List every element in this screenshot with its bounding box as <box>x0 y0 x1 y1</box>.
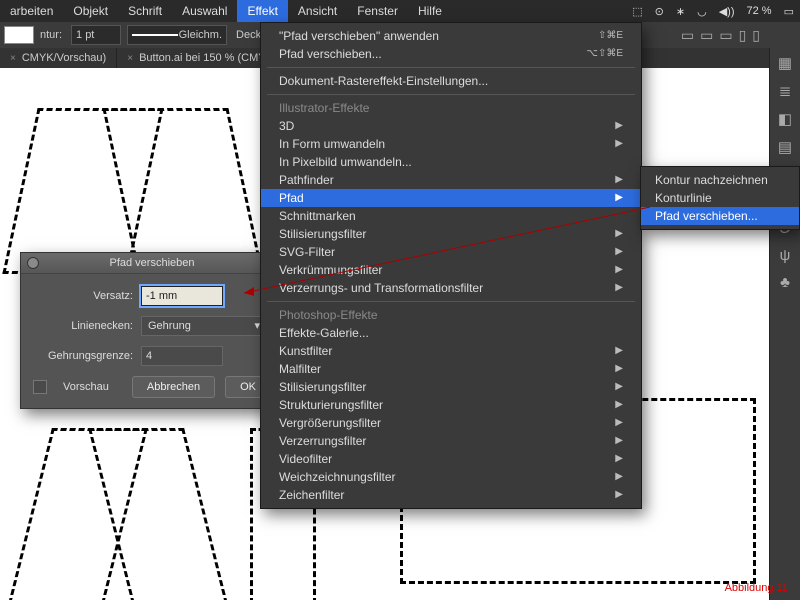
menu-item[interactable]: Pfad▶ <box>261 189 641 207</box>
symbols-icon[interactable]: ♣ <box>780 274 790 291</box>
right-panel: ▦ ≣ ◧ ▤ ¶ A O ψ ♣ <box>769 48 800 600</box>
submenu-arrow-icon: ▶ <box>615 486 623 504</box>
effekt-dropdown: "Pfad verschieben" anwenden⇧⌘E Pfad vers… <box>260 22 642 509</box>
align-icon[interactable]: ▯ <box>752 27 760 44</box>
menu-item[interactable]: Pathfinder▶ <box>261 171 641 189</box>
menu-item[interactable]: Strukturierungsfilter▶ <box>261 396 641 414</box>
submenu-arrow-icon: ▶ <box>615 468 623 486</box>
menu-hilfe[interactable]: Hilfe <box>408 0 452 22</box>
gehrungsgrenze-label: Gehrungsgrenze: <box>33 350 141 362</box>
menu-item[interactable]: Weichzeichnungsfilter▶ <box>261 468 641 486</box>
offset-path-dialog: Pfad verschieben Versatz: -1 mm Linienec… <box>20 252 284 409</box>
submenu-arrow-icon: ▶ <box>615 360 623 378</box>
submenu-item[interactable]: Kontur nachzeichnen <box>641 171 799 189</box>
battery-status: 72 % <box>741 5 778 17</box>
menu-item-apply-last[interactable]: "Pfad verschieben" anwenden⇧⌘E <box>261 27 641 45</box>
submenu-arrow-icon: ▶ <box>615 414 623 432</box>
menu-item[interactable]: Stilisierungsfilter▶ <box>261 378 641 396</box>
close-icon[interactable]: × <box>10 53 16 64</box>
link-icon[interactable]: ψ <box>780 247 791 264</box>
submenu-arrow-icon: ▶ <box>615 432 623 450</box>
submenu-arrow-icon: ▶ <box>615 135 623 153</box>
menu-fenster[interactable]: Fenster <box>347 0 408 22</box>
menu-ansicht[interactable]: Ansicht <box>288 0 347 22</box>
menu-bearbeiten[interactable]: arbeiten <box>0 0 63 22</box>
menu-item[interactable]: Kunstfilter▶ <box>261 342 641 360</box>
layers-icon[interactable]: ≣ <box>779 82 792 100</box>
toolbar-right: ▭ ▭ ▭ ▯ ▯ <box>681 24 760 46</box>
swatches-icon[interactable]: ▤ <box>778 138 792 156</box>
kontur-label: ntur: <box>34 29 68 41</box>
linienecken-label: Linienecken: <box>33 320 141 332</box>
menu-item-raster-settings[interactable]: Dokument-Rastereffekt-Einstellungen... <box>261 72 641 90</box>
menu-item[interactable]: Videofilter▶ <box>261 450 641 468</box>
submenu-item[interactable]: Pfad verschieben... <box>641 207 799 225</box>
submenu-arrow-icon: ▶ <box>615 171 623 189</box>
battery-icon: ▭ <box>778 5 800 18</box>
menu-item[interactable]: 3D▶ <box>261 117 641 135</box>
fill-swatch[interactable] <box>4 26 34 44</box>
submenu-arrow-icon: ▶ <box>615 261 623 279</box>
versatz-input[interactable]: -1 mm <box>141 286 223 306</box>
menu-item[interactable]: Verzerrungs- und Transformationsfilter▶ <box>261 279 641 297</box>
menu-item[interactable]: Verkrümmungsfilter▶ <box>261 261 641 279</box>
menu-header-photoshop: Photoshop-Effekte <box>261 306 641 324</box>
submenu-arrow-icon: ▶ <box>615 378 623 396</box>
menu-header-illustrator: Illustrator-Effekte <box>261 99 641 117</box>
wifi-icon: ◡ <box>691 5 713 18</box>
submenu-arrow-icon: ▶ <box>615 342 623 360</box>
menu-item[interactable]: Stilisierungsfilter▶ <box>261 225 641 243</box>
menu-objekt[interactable]: Objekt <box>63 0 118 22</box>
dialog-title: Pfad verschieben <box>110 257 195 269</box>
menubar: arbeiten Objekt Schrift Auswahl Effekt A… <box>0 0 800 22</box>
submenu-item[interactable]: Konturlinie <box>641 189 799 207</box>
linienecken-select[interactable]: Gehrung▾ <box>141 316 267 336</box>
menu-item[interactable]: In Form umwandeln▶ <box>261 135 641 153</box>
volume-icon: ◀)) <box>713 5 741 18</box>
menu-item[interactable]: Vergrößerungsfilter▶ <box>261 414 641 432</box>
align-icon[interactable]: ▯ <box>739 27 747 44</box>
vorschau-checkbox[interactable] <box>33 380 47 394</box>
grid-icon[interactable]: ▦ <box>778 54 792 72</box>
sync-icon: ⊙ <box>649 5 670 18</box>
submenu-arrow-icon: ▶ <box>615 117 623 135</box>
stroke-weight-field[interactable]: 1 pt <box>71 25 121 45</box>
submenu-arrow-icon: ▶ <box>615 189 623 207</box>
submenu-arrow-icon: ▶ <box>615 243 623 261</box>
pfad-submenu: Kontur nachzeichnenKonturliniePfad versc… <box>640 166 800 230</box>
stroke-style-field[interactable]: Gleichm. <box>127 25 227 45</box>
submenu-arrow-icon: ▶ <box>615 225 623 243</box>
vorschau-label: Vorschau <box>63 381 109 393</box>
menu-item[interactable]: In Pixelbild umwandeln... <box>261 153 641 171</box>
figure-caption: Abbildung 11 <box>725 582 788 594</box>
dialog-titlebar[interactable]: Pfad verschieben <box>21 253 283 274</box>
cancel-button[interactable]: Abbrechen <box>132 376 215 398</box>
submenu-arrow-icon: ▶ <box>615 279 623 297</box>
submenu-arrow-icon: ▶ <box>615 450 623 468</box>
menu-item[interactable]: Zeichenfilter▶ <box>261 486 641 504</box>
bluetooth-icon: ∗ <box>670 5 691 18</box>
gehrungsgrenze-input[interactable]: 4 <box>141 346 223 366</box>
submenu-arrow-icon: ▶ <box>615 396 623 414</box>
versatz-label: Versatz: <box>33 290 141 302</box>
menu-item[interactable]: SVG-Filter▶ <box>261 243 641 261</box>
menu-item[interactable]: Malfilter▶ <box>261 360 641 378</box>
dropbox-icon: ⬚ <box>626 5 648 18</box>
close-icon[interactable]: × <box>127 53 133 64</box>
menu-item-reapply[interactable]: Pfad verschieben...⌥⇧⌘E <box>261 45 641 63</box>
menu-item[interactable]: Schnittmarken <box>261 207 641 225</box>
document-tab[interactable]: ×CMYK/Vorschau) <box>0 48 117 68</box>
align-icon[interactable]: ▭ <box>681 27 694 44</box>
align-icon[interactable]: ▭ <box>700 27 713 44</box>
color-icon[interactable]: ◧ <box>778 110 792 128</box>
menu-schrift[interactable]: Schrift <box>118 0 172 22</box>
menu-item[interactable]: Effekte-Galerie... <box>261 324 641 342</box>
align-icon[interactable]: ▭ <box>719 27 732 44</box>
menu-auswahl[interactable]: Auswahl <box>172 0 237 22</box>
menu-item[interactable]: Verzerrungsfilter▶ <box>261 432 641 450</box>
document-tab[interactable]: ×Button.ai bei 150 % (CMYK <box>117 48 284 68</box>
menu-effekt[interactable]: Effekt <box>237 0 287 22</box>
close-icon[interactable] <box>27 257 39 269</box>
